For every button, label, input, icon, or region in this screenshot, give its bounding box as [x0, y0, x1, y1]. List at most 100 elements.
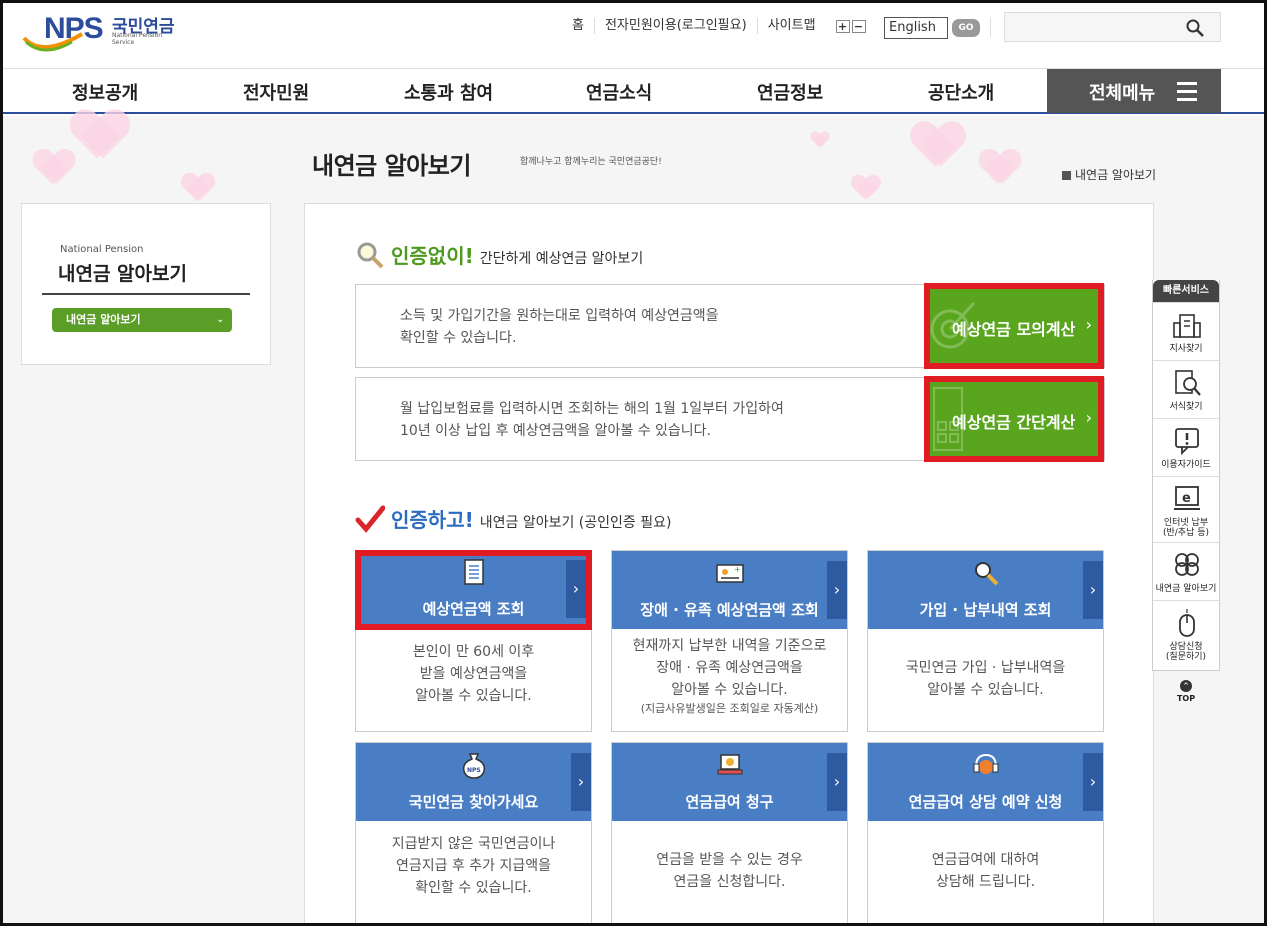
zoom-in-button[interactable]: +: [835, 19, 850, 33]
quick-my-pension[interactable]: 내연금 알아보기: [1153, 542, 1219, 600]
magnifier-icon: [357, 242, 384, 269]
heart-decoration-icon: [72, 111, 156, 189]
magnifier-icon: [974, 562, 998, 586]
card-body: 국민연금 가입 · 납부내역을 알아볼 수 있습니다.: [868, 657, 1103, 701]
quick-branch-finder[interactable]: 지사찾기: [1153, 302, 1219, 360]
card-expected-pension[interactable]: 예상연금액 조회 › 본인이 만 60세 이후 받을 예상연금액을 알아볼 수 …: [355, 550, 592, 732]
card-subscription-history[interactable]: 가입 · 납부내역 조회 › 국민연금 가입 · 납부내역을 알아볼 수 있습니…: [867, 550, 1104, 732]
e-civil-link[interactable]: 전자민원이용(로그인필요): [593, 18, 757, 34]
nav-pension-info[interactable]: 연금정보: [757, 79, 823, 105]
card-title: 예상연금액 조회: [422, 600, 525, 618]
search-input[interactable]: [1004, 12, 1221, 42]
card-body: 연금을 받을 수 있는 경우 연금을 신청합니다.: [612, 849, 847, 893]
description-line: 확인할 수 있습니다.: [400, 330, 517, 346]
pension-simple-calc-button[interactable]: 예상연금 간단계산 ›: [924, 376, 1104, 462]
scroll-top-button[interactable]: ^ TOP: [1172, 680, 1200, 703]
card-benefit-claim[interactable]: 연금급여 청구 › 연금을 받을 수 있는 경우 연금을 신청합니다.: [611, 742, 848, 924]
card-header: 예상연금액 조회 ›: [355, 550, 592, 630]
card-note: (지급사유발생일은 조회일로 자동계산): [640, 702, 819, 715]
document-icon: [463, 559, 484, 585]
money-bag-icon: NPS: [462, 753, 485, 779]
card-title: 국민연금 찾아가세요: [408, 793, 539, 811]
section-auth-strong: 인증하고!: [391, 508, 474, 532]
card-header: 가입 · 납부내역 조회 ›: [868, 551, 1103, 629]
card-find-pension[interactable]: NPS 국민연금 찾아가세요 › 지급받지 않은 국민연금이나 연금지급 후 추…: [355, 742, 592, 924]
side-nav-select-label: 내연금 알아보기: [66, 313, 141, 326]
page-subtitle: 함께나누고 함께누리는 국민연금공단!: [520, 157, 662, 167]
heart-decoration-icon: [811, 132, 829, 148]
quick-form-finder[interactable]: 서식찾기: [1153, 360, 1219, 418]
zoom-out-button[interactable]: −: [851, 19, 866, 33]
card-line: 알아볼 수 있습니다.: [927, 682, 1044, 698]
main-content: 인증없이! 간단하게 예상연금 알아보기 소득 및 가입기간을 원하는대로 입력…: [304, 203, 1154, 926]
card-title: 장애 · 유족 예상연금액 조회: [640, 601, 819, 619]
simulation-box: 소득 및 가입기간을 원하는대로 입력하여 예상연금액을 확인할 수 있습니다.…: [355, 283, 1105, 369]
nav-communication[interactable]: 소통과 참여: [404, 79, 493, 105]
quick-item-label: 내연금 알아보기: [1155, 584, 1217, 594]
card-title: 연금급여 청구: [685, 793, 774, 811]
quick-item-label: 인터넷 납부 (반/추납 등): [1162, 518, 1210, 538]
chevron-right-icon: ›: [1085, 315, 1092, 334]
simple-calc-box: 월 납입보험료를 입력하시면 조회하는 해의 1월 1일부터 가입하여 10년 …: [355, 376, 1105, 462]
sitemap-link[interactable]: 사이트맵: [756, 18, 826, 34]
card-line: 받을 예상연금액을: [419, 666, 528, 682]
chevron-right-icon: ›: [1083, 753, 1103, 811]
search-icon[interactable]: [1186, 19, 1204, 37]
id-card-icon: +: [715, 564, 744, 583]
building-icon: [1173, 314, 1201, 338]
all-menu-label: 전체메뉴: [1089, 83, 1156, 104]
card-header: 연금급여 상담 예약 신청 ›: [868, 743, 1103, 821]
chevron-down-icon: ⌄: [216, 315, 224, 325]
card-line: 연금을 신청합니다.: [673, 874, 786, 890]
checkmark-icon: [355, 505, 385, 533]
card-line: 확인할 수 있습니다.: [415, 880, 532, 896]
card-consultation-booking[interactable]: 연금급여 상담 예약 신청 › 연금급여에 대하여 상담해 드립니다.: [867, 742, 1104, 924]
card-line: 지급받지 않은 국민연금이나: [391, 836, 556, 852]
section-no-auth-heading: 인증없이! 간단하게 예상연금 알아보기: [355, 240, 643, 270]
card-line: 국민연금 가입 · 납부내역을: [905, 660, 1066, 676]
simple-calc-description: 월 납입보험료를 입력하시면 조회하는 해의 1월 1일부터 가입하여 10년 …: [400, 398, 784, 442]
quick-consultation[interactable]: 상담신청 (질문하기): [1153, 600, 1219, 670]
top-bar: NPS 국민연금 National Pension Service 홈 전자민원…: [0, 0, 1267, 68]
all-menu-button[interactable]: 전체메뉴: [1047, 69, 1221, 113]
logo-text: NPS: [44, 12, 104, 45]
chevron-right-icon: ›: [827, 753, 847, 811]
internet-payment-icon: e: [1174, 486, 1200, 510]
card-line: 연금지급 후 추가 지급액을: [395, 858, 552, 874]
nav-e-civil[interactable]: 전자민원: [243, 79, 309, 105]
home-link[interactable]: 홈: [570, 18, 594, 34]
language-select[interactable]: English: [884, 17, 948, 39]
button-label: 예상연금 간단계산: [952, 413, 1076, 432]
home-icon[interactable]: [1062, 171, 1071, 180]
quick-item-label: 상담신청 (질문하기): [1165, 642, 1207, 662]
quick-internet-payment[interactable]: e 인터넷 납부 (반/추납 등): [1153, 476, 1219, 542]
nav-info-disclosure[interactable]: 정보공개: [72, 79, 138, 105]
chevron-right-icon: ›: [566, 560, 586, 618]
side-nav-en-title: National Pension: [60, 244, 144, 255]
side-nav-select[interactable]: 내연금 알아보기 ⌄: [52, 308, 232, 332]
top-label: TOP: [1176, 694, 1196, 703]
quick-item-label: 서식찾기: [1169, 402, 1203, 412]
nav-about[interactable]: 공단소개: [928, 79, 994, 105]
logo-en: National Pension Service: [112, 32, 163, 46]
card-line: 장애 · 유족 예상연금액을: [656, 660, 803, 676]
card-line: 알아볼 수 있습니다.: [415, 688, 532, 704]
description-line: 소득 및 가입기간을 원하는대로 입력하여 예상연금액을: [400, 308, 719, 324]
quick-user-guide[interactable]: 이용자가이드: [1153, 418, 1219, 476]
card-header: NPS 국민연금 찾아가세요 ›: [356, 743, 591, 821]
nav-pension-news[interactable]: 연금소식: [586, 79, 652, 105]
chevron-right-icon: ›: [571, 753, 591, 811]
utility-links: 홈 전자민원이용(로그인필요) 사이트맵 + −: [570, 18, 876, 34]
clover-icon: [1175, 553, 1199, 576]
quick-service-panel: 빠른서비스 지사찾기 서식찾기 이용자가이드 e 인터넷 납부 (반/추납 등)…: [1152, 280, 1220, 671]
svg-text:+: +: [734, 565, 741, 574]
pension-simulation-button[interactable]: 예상연금 모의계산 ›: [924, 283, 1104, 369]
chevron-right-icon: ›: [1085, 408, 1092, 427]
card-header: 연금급여 청구 ›: [612, 743, 847, 821]
card-body: 지급받지 않은 국민연금이나 연금지급 후 추가 지급액을 확인할 수 있습니다…: [356, 833, 591, 899]
breadcrumb-current[interactable]: 내연금 알아보기: [1075, 168, 1156, 182]
nps-logo[interactable]: NPS 국민연금 National Pension Service: [22, 10, 182, 52]
card-disability-survivor[interactable]: + 장애 · 유족 예상연금액 조회 › 현재까지 납부한 내역을 기준으로 장…: [611, 550, 848, 732]
quick-service-title: 빠른서비스: [1153, 280, 1219, 302]
language-go-button[interactable]: GO: [952, 19, 980, 37]
